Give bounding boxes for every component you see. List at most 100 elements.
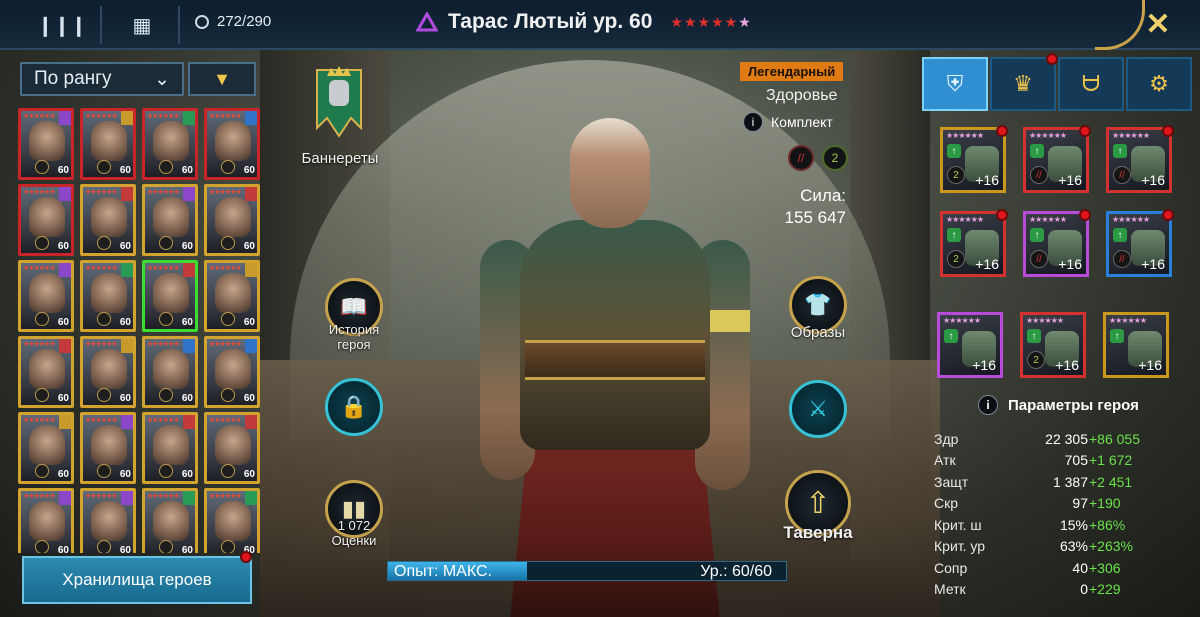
card-stars: ★★★★★★ <box>147 493 180 500</box>
set-row[interactable]: i Комплект <box>743 112 833 132</box>
hero-portrait <box>215 121 251 161</box>
info-icon[interactable]: i <box>978 395 998 415</box>
gear-level: +16 <box>1141 172 1165 188</box>
hero-params-row[interactable]: i Параметры героя <box>978 395 1139 415</box>
hero-card[interactable]: ★★★★★★ 60 <box>18 488 74 553</box>
hero-history-label-line2: героя <box>337 337 371 352</box>
affinity-icon <box>97 464 111 478</box>
hero-portrait <box>91 349 127 389</box>
hero-card[interactable]: ★★★★★★ 60 <box>204 412 260 484</box>
hero-level: 60 <box>181 241 193 252</box>
hero-card[interactable]: ★★★★★★ 60 <box>80 184 136 256</box>
hero-card[interactable]: ★★★★★★ 60 <box>18 336 74 408</box>
gear-slot[interactable]: ★★★★★★ ↑ 2 +16 <box>1020 312 1086 378</box>
hero-card[interactable]: ★★★★★★ 60 <box>80 260 136 332</box>
sort-dropdown[interactable]: По рангу ⌄ <box>20 62 184 96</box>
stat-name: Сопр <box>934 559 968 576</box>
hero-card[interactable]: ★★★★★★ 60 <box>80 488 136 553</box>
gear-slot[interactable]: ★★★★★★ ↑ // +16 <box>1106 125 1174 193</box>
gear-slot[interactable]: ★★★★★★ ↑ 2 +16 <box>940 125 1008 193</box>
info-icon[interactable]: i <box>743 112 763 132</box>
stat-bonus: +1 672 <box>1089 452 1133 469</box>
gear-stars: ★★★★★★ <box>943 316 981 325</box>
affinity-icon <box>159 388 173 402</box>
outfits-label: Образы <box>790 324 846 341</box>
stat-name: Атк <box>934 452 956 469</box>
gear-slot[interactable]: ★★★★★★ ↑ +16 <box>1103 312 1169 378</box>
hero-card[interactable]: ★★★★★★ 60 <box>204 184 260 256</box>
hero-level: 60 <box>119 165 131 176</box>
hero-portrait <box>215 425 251 465</box>
card-stars: ★★★★★★ <box>85 113 118 120</box>
xp-label: Опыт: МАКС. <box>394 563 492 580</box>
gear-level: +16 <box>1058 256 1082 272</box>
hero-level: 60 <box>57 393 69 404</box>
hero-card[interactable]: ★★★★★★ 60 <box>204 260 260 332</box>
hero-card[interactable]: ★★★★★★ 60 <box>204 336 260 408</box>
hero-portrait <box>91 425 127 465</box>
card-stars: ★★★★★★ <box>23 113 56 120</box>
hero-card[interactable]: ★★★★★★ 60 <box>142 108 198 180</box>
set-icon: 2 <box>1027 351 1045 369</box>
hero-portrait <box>215 501 251 541</box>
gear-slot[interactable]: ★★★★★★ ↑ // +16 <box>1106 209 1174 277</box>
affinity-icon <box>159 464 173 478</box>
battle-button[interactable]: ⚔ <box>789 380 847 438</box>
gear-slot[interactable]: ★★★★★★ ↑ // +16 <box>1023 209 1091 277</box>
shirt-icon: 👕 <box>804 292 832 317</box>
grid-icon[interactable]: ▦ <box>124 9 160 41</box>
hero-card[interactable]: ★★★★★★ 60 <box>18 184 74 256</box>
gear-slot[interactable]: ★★★★★★ ↑ // +16 <box>1023 125 1091 193</box>
hero-card[interactable]: ★★★★★★ 60 <box>80 412 136 484</box>
star-icon: ★ <box>738 13 751 30</box>
hero-card[interactable]: ★★★★★★ 60 <box>142 184 198 256</box>
bannerets-banner-icon[interactable] <box>313 66 365 140</box>
close-button[interactable]: ✕ <box>1140 6 1176 42</box>
filter-button[interactable]: ▼ <box>188 62 256 96</box>
card-stars: ★★★★★★ <box>85 417 118 424</box>
hero-card[interactable]: ★★★★★★ 60 <box>142 488 198 553</box>
affinity-icon <box>221 388 235 402</box>
hero-card[interactable]: ★★★★★★ 60 <box>18 260 74 332</box>
affinity-icon <box>35 236 49 250</box>
hero-level: 60 <box>243 241 255 252</box>
hero-belt <box>525 340 705 380</box>
hero-card[interactable]: ★★★★★★ 60 <box>204 488 260 553</box>
hero-card[interactable]: ★★★★★★ 60 <box>142 260 198 332</box>
role-icon <box>245 111 257 125</box>
hero-card[interactable]: ★★★★★★ 60 <box>80 108 136 180</box>
lock-button[interactable]: 🔒 <box>325 378 383 436</box>
hero-card[interactable]: ★★★★★★ 60 <box>142 412 198 484</box>
stat-bonus: +86% <box>1089 516 1126 533</box>
role-icon <box>245 415 257 429</box>
ratings-label: Оценки <box>331 533 377 548</box>
hero-card[interactable]: ★★★★★★ 60 <box>18 412 74 484</box>
hero-figure[interactable] <box>470 110 770 617</box>
stat-row: Скр 97 +190 <box>934 493 1194 515</box>
hero-vault-button[interactable]: Хранилища героев <box>22 556 252 604</box>
hero-card[interactable]: ★★★★★★ 60 <box>80 336 136 408</box>
card-stars: ★★★★★★ <box>85 493 118 500</box>
lock-icon: 🔒 <box>340 394 368 419</box>
stat-bonus: +86 055 <box>1089 430 1140 447</box>
tab-gear[interactable]: ⛨ <box>922 57 988 111</box>
stat-bonus: +306 <box>1089 559 1121 576</box>
affinity-icon <box>35 312 49 326</box>
gear-slot[interactable]: ★★★★★★ ↑ 2 +16 <box>940 209 1008 277</box>
menu-icon[interactable]: ❙❙❙ <box>37 9 87 41</box>
hero-card[interactable]: ★★★★★★ 60 <box>204 108 260 180</box>
card-stars: ★★★★★★ <box>85 341 118 348</box>
card-stars: ★★★★★★ <box>23 189 56 196</box>
gear-slot[interactable]: ★★★★★★ ↑ +16 <box>937 312 1003 378</box>
xp-bar: Опыт: МАКС. Ур.: 60/60 <box>387 561 787 581</box>
hero-level: 60 <box>57 469 69 480</box>
notification-dot <box>240 551 252 563</box>
stat-name: Крит. ур <box>934 538 986 555</box>
skill-icon: ᗨ <box>1081 71 1101 96</box>
tab-masteries[interactable]: ♛ <box>990 53 1058 111</box>
tab-blessings[interactable]: ⚙ <box>1126 57 1192 111</box>
hero-card[interactable]: ★★★★★★ 60 <box>142 336 198 408</box>
hero-level: 60 <box>57 165 69 176</box>
hero-card[interactable]: ★★★★★★ 60 <box>18 108 74 180</box>
tab-skills[interactable]: ᗨ <box>1058 57 1124 111</box>
